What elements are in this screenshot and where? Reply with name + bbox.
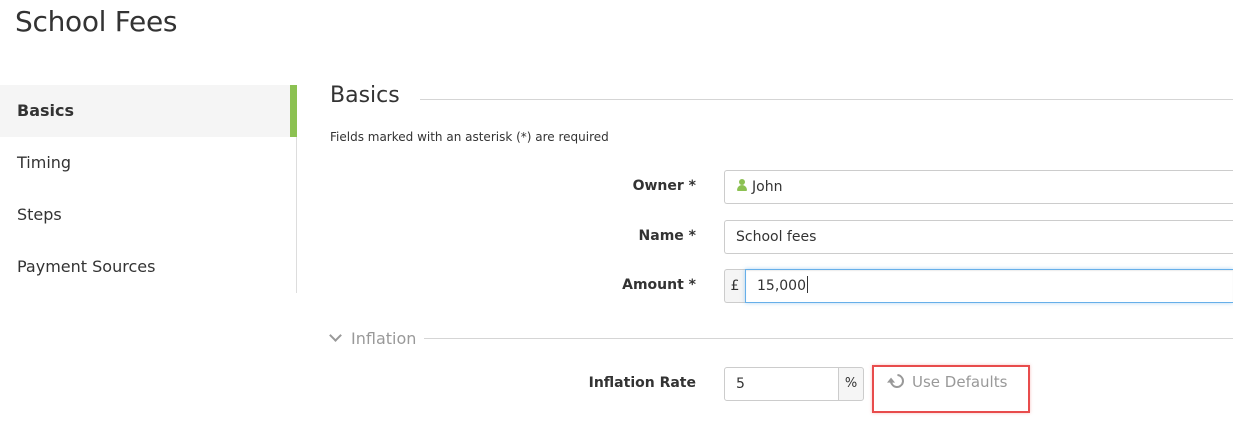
inflation-rate-label: Inflation Rate [588,375,696,391]
required-note: Fields marked with an asterisk (*) are r… [330,130,609,144]
sidebar: Basics Timing Steps Payment Sources [0,85,297,293]
owner-value: John [752,179,783,195]
name-input[interactable]: School fees [724,220,1233,254]
inflation-divider [424,338,1233,339]
owner-label: Owner * [632,178,696,194]
use-defaults-label: Use Defaults [912,373,1008,391]
name-label: Name * [638,228,696,244]
page-title: School Fees [15,5,178,38]
sidebar-item-timing[interactable]: Timing [0,137,296,189]
sidebar-item-steps[interactable]: Steps [0,189,296,241]
user-icon [736,179,748,192]
currency-addon: £ [724,269,745,303]
amount-input[interactable]: 15,000 [745,269,1233,303]
owner-field[interactable]: John [724,170,1233,204]
use-defaults-button[interactable]: Use Defaults [872,365,1030,413]
inflation-label: Inflation [351,329,417,348]
amount-label: Amount * [622,277,696,293]
inflation-rate-input[interactable]: 5 [724,367,839,401]
percent-addon: % [838,367,864,401]
text-caret [807,276,808,293]
page: School Fees Basics Timing Steps Payment … [0,0,1233,421]
sidebar-item-payment-sources[interactable]: Payment Sources [0,241,296,293]
section-divider [420,99,1233,100]
undo-icon [887,371,907,391]
section-heading-basics: Basics [330,83,400,108]
inflation-toggle[interactable]: Inflation [329,329,417,348]
sidebar-item-basics[interactable]: Basics [0,85,297,137]
amount-value: 15,000 [757,278,806,294]
chevron-down-icon [329,329,342,342]
